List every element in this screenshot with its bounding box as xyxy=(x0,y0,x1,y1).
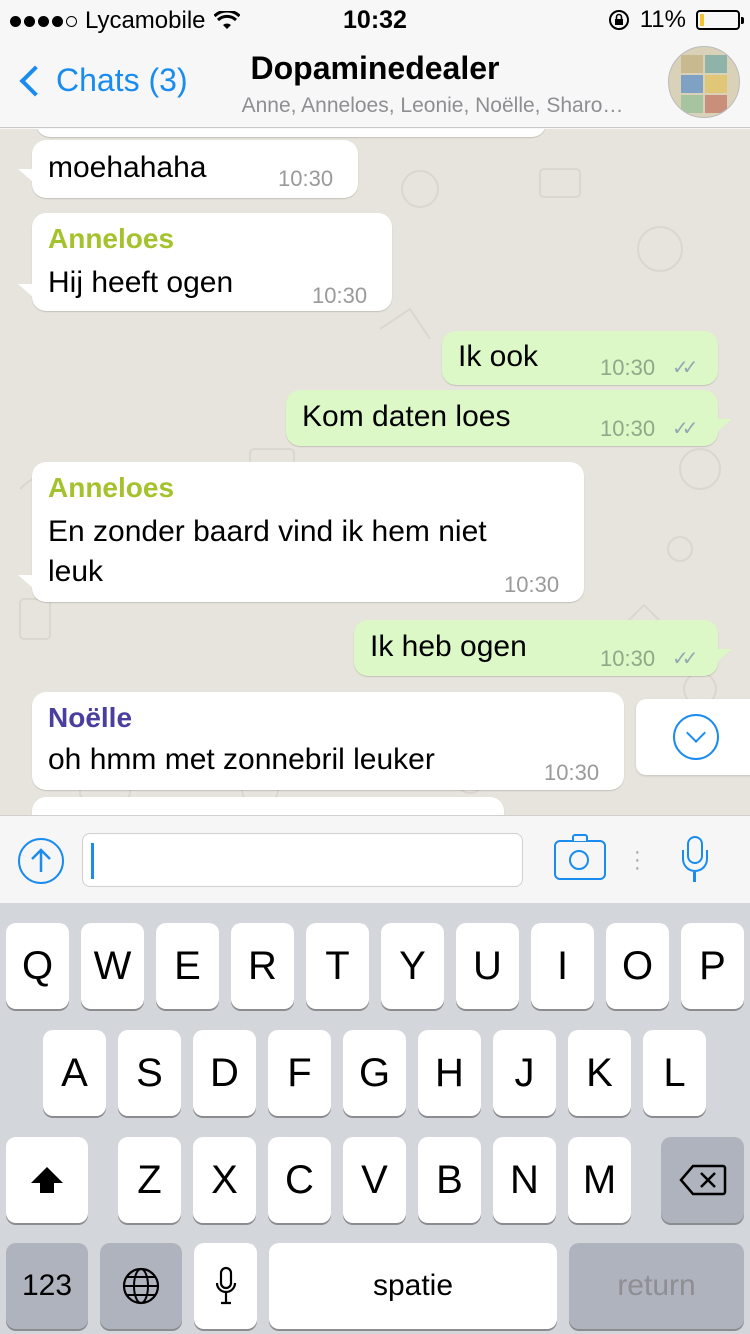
bubble-tail xyxy=(716,419,732,433)
backspace-key[interactable] xyxy=(661,1137,744,1223)
key-c[interactable]: C xyxy=(268,1137,331,1223)
key-v[interactable]: V xyxy=(343,1137,406,1223)
message-time: 10:30 xyxy=(600,416,656,441)
read-receipt-icon: ✓✓ xyxy=(672,357,698,379)
message-bubble-outgoing[interactable]: Ik heb ogen 10:30 ✓✓ xyxy=(354,620,718,676)
sender-name[interactable]: Anneloes xyxy=(48,472,174,504)
message-list[interactable]: moehahaha 10:30 Anneloes Hij heeft ogen … xyxy=(0,129,750,815)
read-receipt-icon: ✓✓ xyxy=(672,418,698,440)
group-avatar[interactable] xyxy=(668,46,740,118)
message-bubble-incoming[interactable]: Noëlle oh hmm met zonnebril leuker 10:30 xyxy=(32,692,624,790)
message-bubble-incoming[interactable]: Anneloes En zonder baard vind ik hem nie… xyxy=(32,462,584,602)
message-bubble-incoming[interactable]: Anneloes Hij heeft ogen 10:30 xyxy=(32,213,392,311)
message-text-line-1: En zonder baard vind ik hem niet xyxy=(48,515,487,548)
message-bubble-incoming[interactable]: moehahaha 10:30 xyxy=(32,140,358,198)
key-f[interactable]: F xyxy=(268,1030,331,1116)
bubble-tail xyxy=(716,649,732,663)
numbers-key[interactable]: 123 xyxy=(6,1243,88,1329)
key-g[interactable]: G xyxy=(343,1030,406,1116)
scroll-to-bottom-button[interactable] xyxy=(636,699,750,775)
message-time: 10:30 xyxy=(504,572,560,597)
chat-title[interactable]: Dopaminedealer xyxy=(200,50,550,87)
battery-percent: 11% xyxy=(639,6,686,33)
key-i[interactable]: I xyxy=(531,923,594,1009)
rotation-lock-icon xyxy=(608,10,629,30)
key-z[interactable]: Z xyxy=(118,1137,181,1223)
message-text-line-2: leuk xyxy=(48,555,104,588)
space-key[interactable]: spatie xyxy=(269,1243,557,1329)
back-button[interactable]: Chats (3) xyxy=(14,62,188,99)
message-time: 10:30 xyxy=(278,166,334,191)
message-time: 10:30 xyxy=(600,355,656,380)
key-x[interactable]: X xyxy=(193,1137,256,1223)
key-o[interactable]: O xyxy=(606,923,669,1009)
dictation-key[interactable] xyxy=(194,1243,257,1329)
attach-button[interactable] xyxy=(18,838,64,884)
arrow-up-icon xyxy=(31,848,51,872)
globe-key[interactable] xyxy=(100,1243,182,1329)
message-time: 10:30 xyxy=(312,283,368,308)
key-b[interactable]: B xyxy=(418,1137,481,1223)
key-m[interactable]: M xyxy=(568,1137,631,1223)
bubble-tail xyxy=(18,575,34,589)
message-text: oh hmm met zonnebril leuker xyxy=(48,743,435,776)
sender-name[interactable]: Noëlle xyxy=(48,702,132,734)
key-a[interactable]: A xyxy=(43,1030,106,1116)
shift-key[interactable] xyxy=(6,1137,88,1223)
message-time: 10:30 xyxy=(600,646,656,671)
key-p[interactable]: P xyxy=(681,923,744,1009)
sender-name[interactable]: Anneloes xyxy=(48,223,174,255)
message-text: Ik heb ogen xyxy=(370,630,527,663)
message-text: Ik ook xyxy=(458,340,539,373)
key-e[interactable]: E xyxy=(156,923,219,1009)
separator-dots: · · · xyxy=(634,841,641,879)
message-bubble-partial xyxy=(32,797,504,815)
message-bubble-partial xyxy=(36,129,546,137)
key-u[interactable]: U xyxy=(456,923,519,1009)
chat-participants[interactable]: Anne, Anneloes, Leonie, Noëlle, Sharo… xyxy=(205,94,660,118)
key-s[interactable]: S xyxy=(118,1030,181,1116)
key-n[interactable]: N xyxy=(493,1137,556,1223)
bubble-tail xyxy=(18,169,34,183)
return-key[interactable]: return xyxy=(569,1243,744,1329)
message-bubble-outgoing[interactable]: Ik ook 10:30 ✓✓ xyxy=(442,331,718,385)
navigation-bar: Chats (3) Dopaminedealer Anne, Anneloes,… xyxy=(0,40,750,128)
message-text: Hij heeft ogen xyxy=(48,266,234,299)
key-w[interactable]: W xyxy=(81,923,144,1009)
message-input[interactable] xyxy=(82,833,523,887)
shift-icon xyxy=(31,1167,63,1193)
key-l[interactable]: L xyxy=(643,1030,706,1116)
chevron-left-icon xyxy=(19,64,51,97)
message-text: moehahaha xyxy=(48,151,207,184)
status-bar: Lycamobile 10:32 11% xyxy=(0,0,750,40)
battery-icon xyxy=(696,10,744,30)
key-d[interactable]: D xyxy=(193,1030,256,1116)
globe-icon xyxy=(122,1267,160,1305)
back-button-label: Chats (3) xyxy=(56,62,188,98)
camera-icon xyxy=(572,834,588,841)
camera-button[interactable] xyxy=(554,834,606,880)
backspace-icon xyxy=(678,1164,726,1196)
key-j[interactable]: J xyxy=(493,1030,556,1116)
message-bubble-outgoing[interactable]: Kom daten loes 10:30 ✓✓ xyxy=(286,390,718,446)
chevron-down-icon xyxy=(673,714,719,760)
microphone-icon xyxy=(215,1266,236,1305)
key-r[interactable]: R xyxy=(231,923,294,1009)
message-time: 10:30 xyxy=(544,760,600,785)
text-caret xyxy=(91,843,94,879)
key-t[interactable]: T xyxy=(306,923,369,1009)
status-right: 11% xyxy=(608,6,744,34)
camera-lens xyxy=(569,850,589,870)
message-text: Kom daten loes xyxy=(302,400,511,433)
key-y[interactable]: Y xyxy=(381,923,444,1009)
bubble-tail xyxy=(18,284,34,298)
key-q[interactable]: Q xyxy=(6,923,69,1009)
key-k[interactable]: K xyxy=(568,1030,631,1116)
message-input-bar: · · · xyxy=(0,815,750,903)
voice-message-button[interactable] xyxy=(682,836,708,886)
key-h[interactable]: H xyxy=(418,1030,481,1116)
battery-level xyxy=(700,14,704,26)
read-receipt-icon: ✓✓ xyxy=(672,648,698,670)
keyboard: Q W E R T Y U I O P A S D F G H J K L Z … xyxy=(0,903,750,1334)
